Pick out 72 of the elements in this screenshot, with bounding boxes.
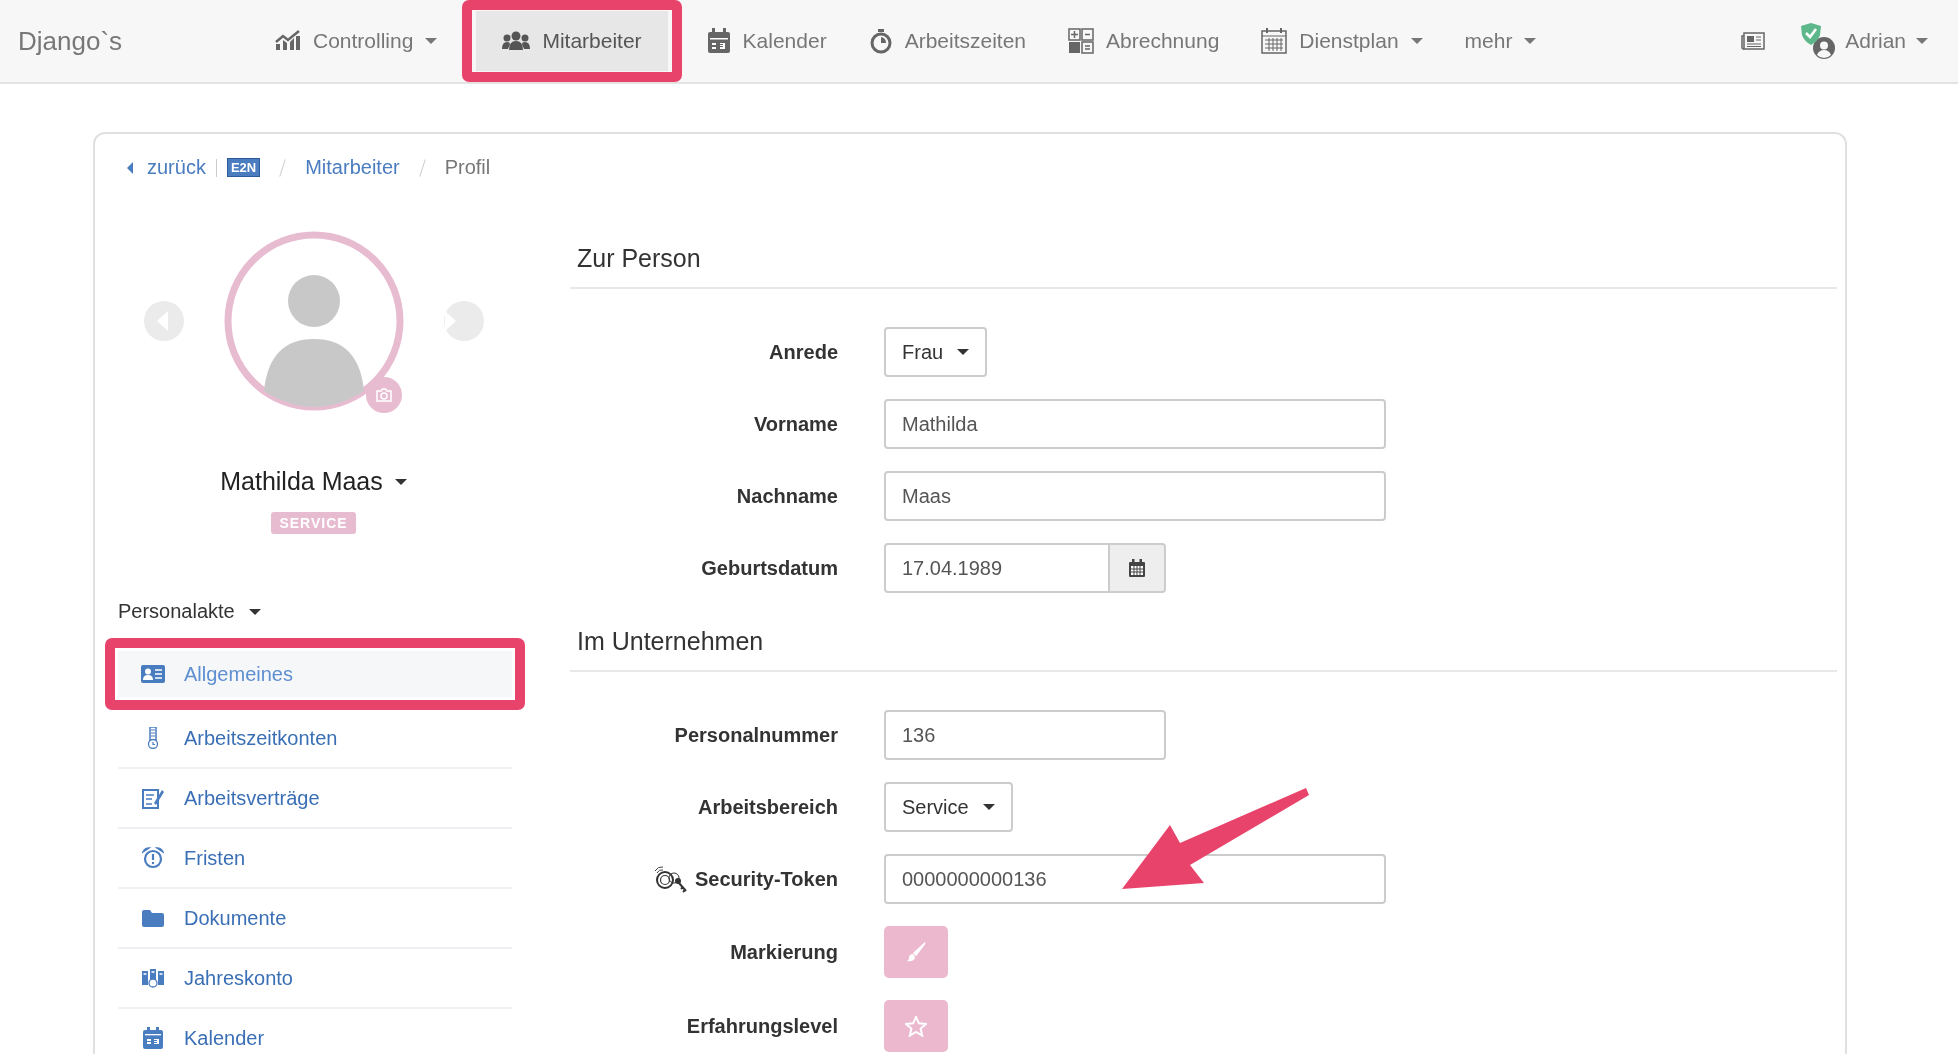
camera-button[interactable] [365,377,402,413]
sidebar-item[interactable]: Kalender [118,1009,512,1054]
camera-icon [375,388,392,402]
calculator-icon [1068,28,1095,54]
id-card-icon [141,665,165,683]
field-label: Erfahrungslevel [686,1014,838,1038]
stopwatch-icon [868,28,893,54]
sidebar-item[interactable]: Dokumente [118,889,512,947]
caret-icon [248,608,261,615]
field-label: Nachname [736,484,838,508]
chart-icon [275,30,301,52]
section-dropdown[interactable]: Personalakte [118,600,261,623]
calendar-button[interactable] [1110,543,1166,593]
key-fob-icon [653,865,689,893]
role-badge: SERVICE [271,512,356,534]
level-button[interactable] [884,1000,948,1052]
brush-icon [906,942,926,962]
nav-item[interactable]: Dienstplan [1244,11,1440,71]
nav-item[interactable]: Mitarbeiter [476,11,668,71]
field-label: Markierung [730,940,838,964]
back-link[interactable]: zurück [127,156,206,179]
user-avatar-icon [1813,37,1836,59]
field-label: Vorname [753,412,838,436]
thermometer-clock-icon [146,727,160,749]
calendar-icon [1129,559,1145,577]
logo-badge[interactable]: E2N [226,158,261,177]
sidebar-item[interactable]: Jahreskonto [118,949,512,1007]
nav-item[interactable]: Abrechnung [1051,11,1237,71]
field-label: Anrede [769,340,838,364]
nav-item[interactable]: Controlling [258,11,455,71]
contract-icon [142,787,164,809]
text-field[interactable]: 136 [884,710,1166,760]
text-field[interactable]: Mathilda [884,399,1386,449]
caret-icon [957,349,970,355]
caret-icon [1916,38,1928,44]
sidebar-item[interactable]: Fristen [118,829,512,887]
caret-icon [982,804,995,810]
sidebar-item[interactable]: Arbeitszeitkonten [118,709,512,767]
token-field[interactable]: 0000000000136 [884,854,1386,904]
calendar-grid-icon [1261,28,1288,54]
date-field[interactable]: 17.04.1989 [884,543,1110,593]
text-field[interactable]: Maas [884,471,1386,521]
separator [215,158,217,177]
field-label: Personalnummer [674,723,838,747]
nav-item[interactable]: mehr [1447,11,1554,71]
binders-icon [142,968,164,988]
color-picker-button[interactable] [884,926,948,978]
calendar-icon [143,1027,163,1049]
user-menu[interactable]: Adrian [1801,23,1928,59]
breadcrumb-current: Profil [444,156,491,179]
section-title: Zur Person [570,244,1837,289]
folder-icon [142,909,164,927]
brand-name[interactable]: Django`s [18,25,258,57]
calendar-icon [706,28,731,54]
field-label: Arbeitsbereich [697,795,838,819]
field-label: Geburtsdatum [701,556,838,580]
caret-left-icon [127,161,133,174]
select-dropdown[interactable]: Service [884,782,1013,832]
nav-item[interactable]: Arbeitszeiten [851,11,1044,71]
field-label: Security-Token [695,867,838,891]
sidebar-item[interactable]: Arbeitsverträge [118,769,512,827]
section-title: Im Unternehmen [570,627,1837,672]
sidebar-item[interactable]: Allgemeines [118,651,512,697]
nav-item[interactable]: Kalender [689,11,844,71]
users-icon [502,31,531,51]
caret-icon [394,478,407,485]
breadcrumb-link[interactable]: Mitarbeiter [305,156,400,179]
alarm-clock-icon [142,847,164,869]
star-icon [905,1015,927,1037]
select-dropdown[interactable]: Frau [884,327,988,377]
employee-name-dropdown[interactable]: Mathilda Maas [220,467,407,496]
newspaper-icon[interactable] [1741,32,1766,50]
